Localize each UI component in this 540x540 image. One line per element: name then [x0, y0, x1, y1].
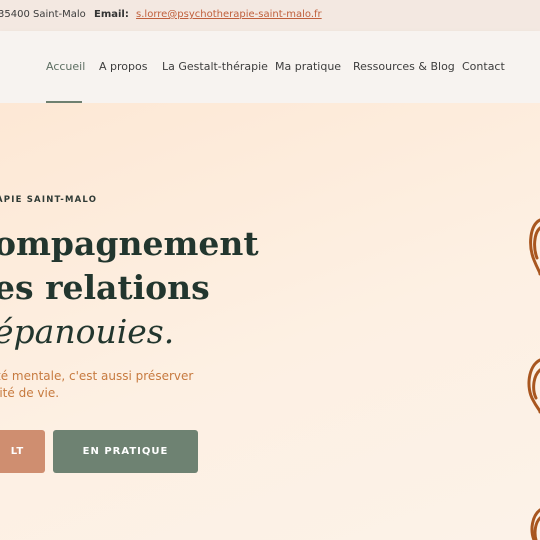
en-pratique-button[interactable]: EN PRATIQUE: [53, 430, 198, 473]
headline-line-1: ompagnement: [0, 224, 259, 263]
hero-subtitle: té mentale, c'est aussi préserver lité d…: [0, 368, 193, 402]
top-info-bar: 35400 Saint-Malo Email: s.lorre@psychoth…: [0, 0, 540, 31]
decorative-spiral-ornament: [527, 218, 540, 540]
email-link[interactable]: s.lorre@psychotherapie-saint-malo.fr: [136, 9, 322, 20]
nav-item-gestalt-therapie[interactable]: La Gestalt-thérapie: [162, 60, 268, 73]
headline-line-2: es relations: [0, 268, 210, 307]
hero-eyebrow: APIE SAINT-MALO: [0, 195, 98, 205]
address-text: 35400 Saint-Malo: [0, 9, 86, 20]
subtitle-line-2: lité de vie.: [0, 386, 60, 400]
email-label: Email:: [94, 9, 129, 20]
nav-item-ma-pratique[interactable]: Ma pratique: [275, 60, 341, 73]
nav-item-accueil[interactable]: Accueil: [46, 60, 85, 73]
nav-item-contact[interactable]: Contact: [462, 60, 505, 73]
headline-line-3: épanouies.: [0, 312, 175, 351]
subtitle-line-1: té mentale, c'est aussi préserver: [0, 369, 194, 383]
hero-headline: ompagnement es relations épanouies.: [0, 222, 259, 354]
nav-item-ressources-blog[interactable]: Ressources & Blog: [353, 60, 455, 73]
main-navigation: Accueil A propos La Gestalt-thérapie Ma …: [0, 31, 540, 103]
gestalt-button[interactable]: LT: [0, 430, 45, 473]
email-info: Email: s.lorre@psychotherapie-saint-malo…: [94, 9, 322, 20]
nav-item-a-propos[interactable]: A propos: [99, 60, 147, 73]
